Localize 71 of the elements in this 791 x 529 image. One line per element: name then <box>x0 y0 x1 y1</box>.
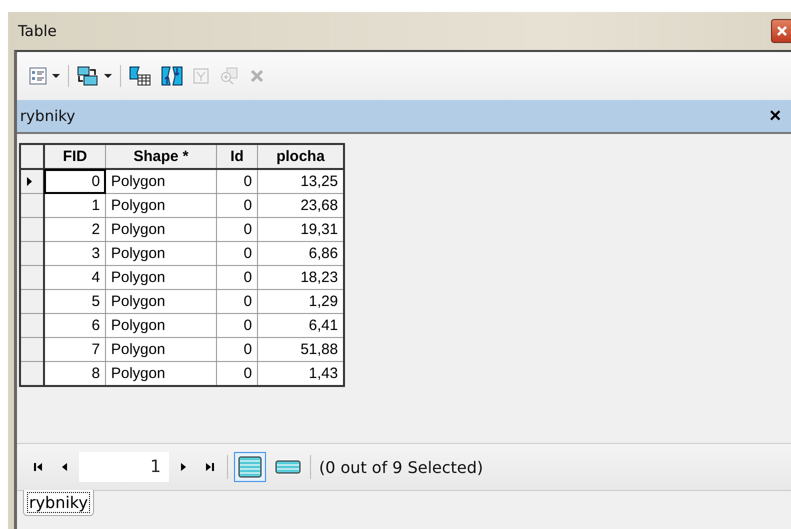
caret-icon <box>52 74 60 78</box>
row-selector[interactable] <box>20 242 44 266</box>
row-selector[interactable] <box>20 194 44 218</box>
table-cell: Polygon <box>106 242 216 266</box>
table-cell: Polygon <box>106 290 216 314</box>
table-cell: 6,86 <box>258 242 344 266</box>
row-selector[interactable] <box>20 290 44 314</box>
left-triangle-icon <box>61 462 67 472</box>
table-cell: 6,41 <box>258 314 344 338</box>
caret-icon <box>104 74 112 78</box>
row-selector[interactable] <box>20 266 44 290</box>
row-selector[interactable] <box>20 362 44 386</box>
table-cell: 0 <box>216 266 258 290</box>
toolbar-button[interactable] <box>159 64 185 88</box>
table-cell: 0 <box>216 314 258 338</box>
panel-title: rybniky <box>20 107 76 125</box>
table-cell: 3 <box>44 242 106 266</box>
table-tab[interactable]: rybniky <box>23 490 94 516</box>
table-cell: Polygon <box>106 218 216 242</box>
table-cell: 0 <box>216 362 258 386</box>
table-cell: 0 <box>216 194 258 218</box>
table-cell: 23,68 <box>258 194 344 218</box>
table-cell: 2 <box>44 218 106 242</box>
close-button[interactable] <box>771 19 791 43</box>
table-cell: 0 <box>216 338 258 362</box>
close-icon <box>777 26 787 36</box>
table-cell: 4 <box>44 266 106 290</box>
column-header[interactable]: plocha <box>258 144 344 169</box>
table-cell: 19,31 <box>258 218 344 242</box>
column-header[interactable]: FID <box>44 144 106 169</box>
skip-to-start-icon <box>33 462 43 472</box>
toolbar-button[interactable] <box>75 64 114 88</box>
toolbar-button[interactable] <box>27 65 62 87</box>
table-cell: Polygon <box>106 194 216 218</box>
table-cell: Polygon <box>106 169 216 194</box>
table-cell: 8 <box>44 362 106 386</box>
table-cell: 18,23 <box>258 266 344 290</box>
table-cell: 1,29 <box>258 290 344 314</box>
table-cell: 51,88 <box>258 338 344 362</box>
selection-status: (0 out of 9 Selected) <box>319 458 484 476</box>
row-selector[interactable] <box>20 338 44 362</box>
table-cell: Polygon <box>106 362 216 386</box>
table-cell: 13,25 <box>258 169 344 194</box>
table-cell: 7 <box>44 338 106 362</box>
table-cell: 0 <box>216 218 258 242</box>
current-row-arrow-icon <box>27 177 32 186</box>
table-cell: 0 <box>216 169 258 194</box>
column-header[interactable]: Shape * <box>106 144 216 169</box>
row-selector[interactable] <box>20 218 44 242</box>
table-cell: Polygon <box>106 338 216 362</box>
table-cell: 1,43 <box>258 362 344 386</box>
table-cell: 0 <box>216 290 258 314</box>
window-title: Table <box>18 22 57 40</box>
table-cell: 0 <box>44 169 106 194</box>
table-cell: Polygon <box>106 266 216 290</box>
row-selector[interactable] <box>20 314 44 338</box>
table-cell: 1 <box>44 194 106 218</box>
right-triangle-icon <box>181 462 187 472</box>
record-field[interactable]: 1 <box>79 452 169 482</box>
table-cell: Polygon <box>106 314 216 338</box>
skip-to-end-icon <box>205 462 215 472</box>
column-header[interactable]: Id <box>216 144 258 169</box>
row-selector[interactable] <box>20 169 44 194</box>
table-cell: 5 <box>44 290 106 314</box>
panel-close-button[interactable]: × <box>765 106 785 126</box>
table-cell: 0 <box>216 242 258 266</box>
show-all-records-button[interactable] <box>234 452 266 482</box>
toolbar-button[interactable] <box>127 64 153 88</box>
table-cell: 6 <box>44 314 106 338</box>
list-icon <box>29 67 47 85</box>
corner-cell <box>20 144 44 169</box>
